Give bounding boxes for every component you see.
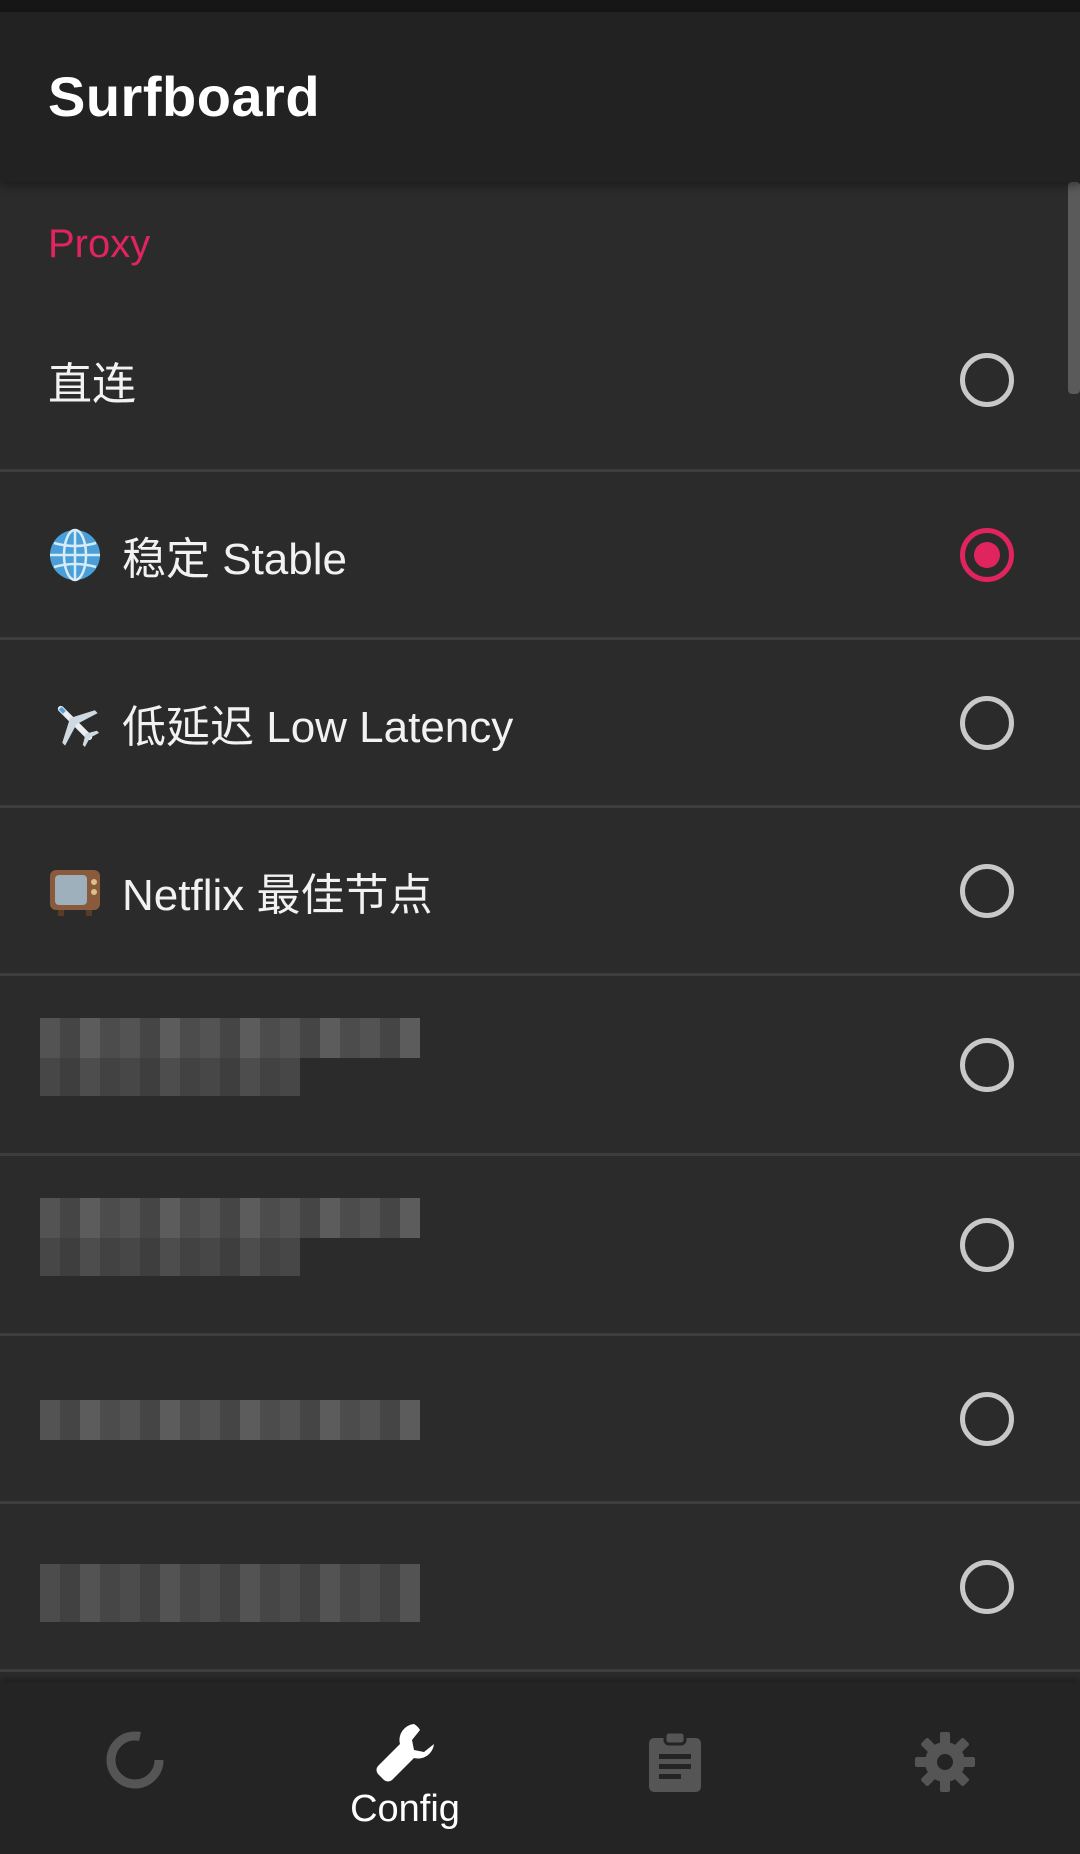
proxy-item-redacted[interactable] [0, 1504, 1080, 1672]
radio-button-selected[interactable] [960, 527, 1014, 582]
status-bar [0, 0, 1080, 12]
tv-icon [48, 864, 102, 918]
clipboard-icon [645, 1730, 705, 1799]
radio-button[interactable] [960, 1559, 1014, 1614]
proxy-list[interactable]: Proxy 直连 稳定 Stable 低延迟 Low Latency Netfl… [0, 182, 1080, 1682]
wrench-icon [370, 1718, 440, 1793]
proxy-item-label: 稳定 Stable [122, 534, 347, 584]
proxy-item-stable[interactable]: 稳定 Stable [0, 472, 1080, 640]
nav-label-config: Config [350, 1788, 460, 1830]
proxy-item-label: 直连 [48, 359, 136, 409]
radio-button[interactable] [960, 352, 1014, 407]
app-title: Surfboard [48, 65, 321, 128]
proxy-item-label: Netflix 最佳节点 [122, 870, 433, 920]
proxy-item-redacted[interactable] [0, 976, 1080, 1156]
redacted-text [40, 1058, 300, 1096]
proxy-item-label: 低延迟 Low Latency [122, 702, 514, 752]
redacted-text [40, 1198, 420, 1238]
redacted-text [40, 1238, 300, 1276]
airplane-icon [48, 696, 102, 750]
bottom-navigation: Config [0, 1682, 1080, 1854]
nav-item-status[interactable] [0, 1682, 270, 1854]
globe-icon [48, 528, 102, 582]
proxy-item-netflix[interactable]: Netflix 最佳节点 [0, 808, 1080, 976]
gear-icon [913, 1730, 977, 1799]
redacted-text [40, 1400, 420, 1440]
proxy-item-redacted[interactable] [0, 1156, 1080, 1336]
proxy-item-direct[interactable]: 直连 [0, 290, 1080, 472]
activity-ring-icon [103, 1728, 167, 1797]
nav-item-settings[interactable] [810, 1682, 1080, 1854]
radio-button[interactable] [960, 1217, 1014, 1272]
redacted-text [40, 1564, 420, 1622]
radio-button[interactable] [960, 863, 1014, 918]
nav-item-logs[interactable] [540, 1682, 810, 1854]
nav-item-config[interactable]: Config [270, 1682, 540, 1854]
proxy-item-redacted[interactable] [0, 1336, 1080, 1504]
app-bar: Surfboard [0, 12, 1080, 182]
radio-button[interactable] [960, 695, 1014, 750]
section-title-proxy: Proxy [48, 222, 151, 266]
redacted-text [40, 1018, 420, 1058]
proxy-item-low-latency[interactable]: 低延迟 Low Latency [0, 640, 1080, 808]
radio-button[interactable] [960, 1391, 1014, 1446]
radio-button[interactable] [960, 1037, 1014, 1092]
